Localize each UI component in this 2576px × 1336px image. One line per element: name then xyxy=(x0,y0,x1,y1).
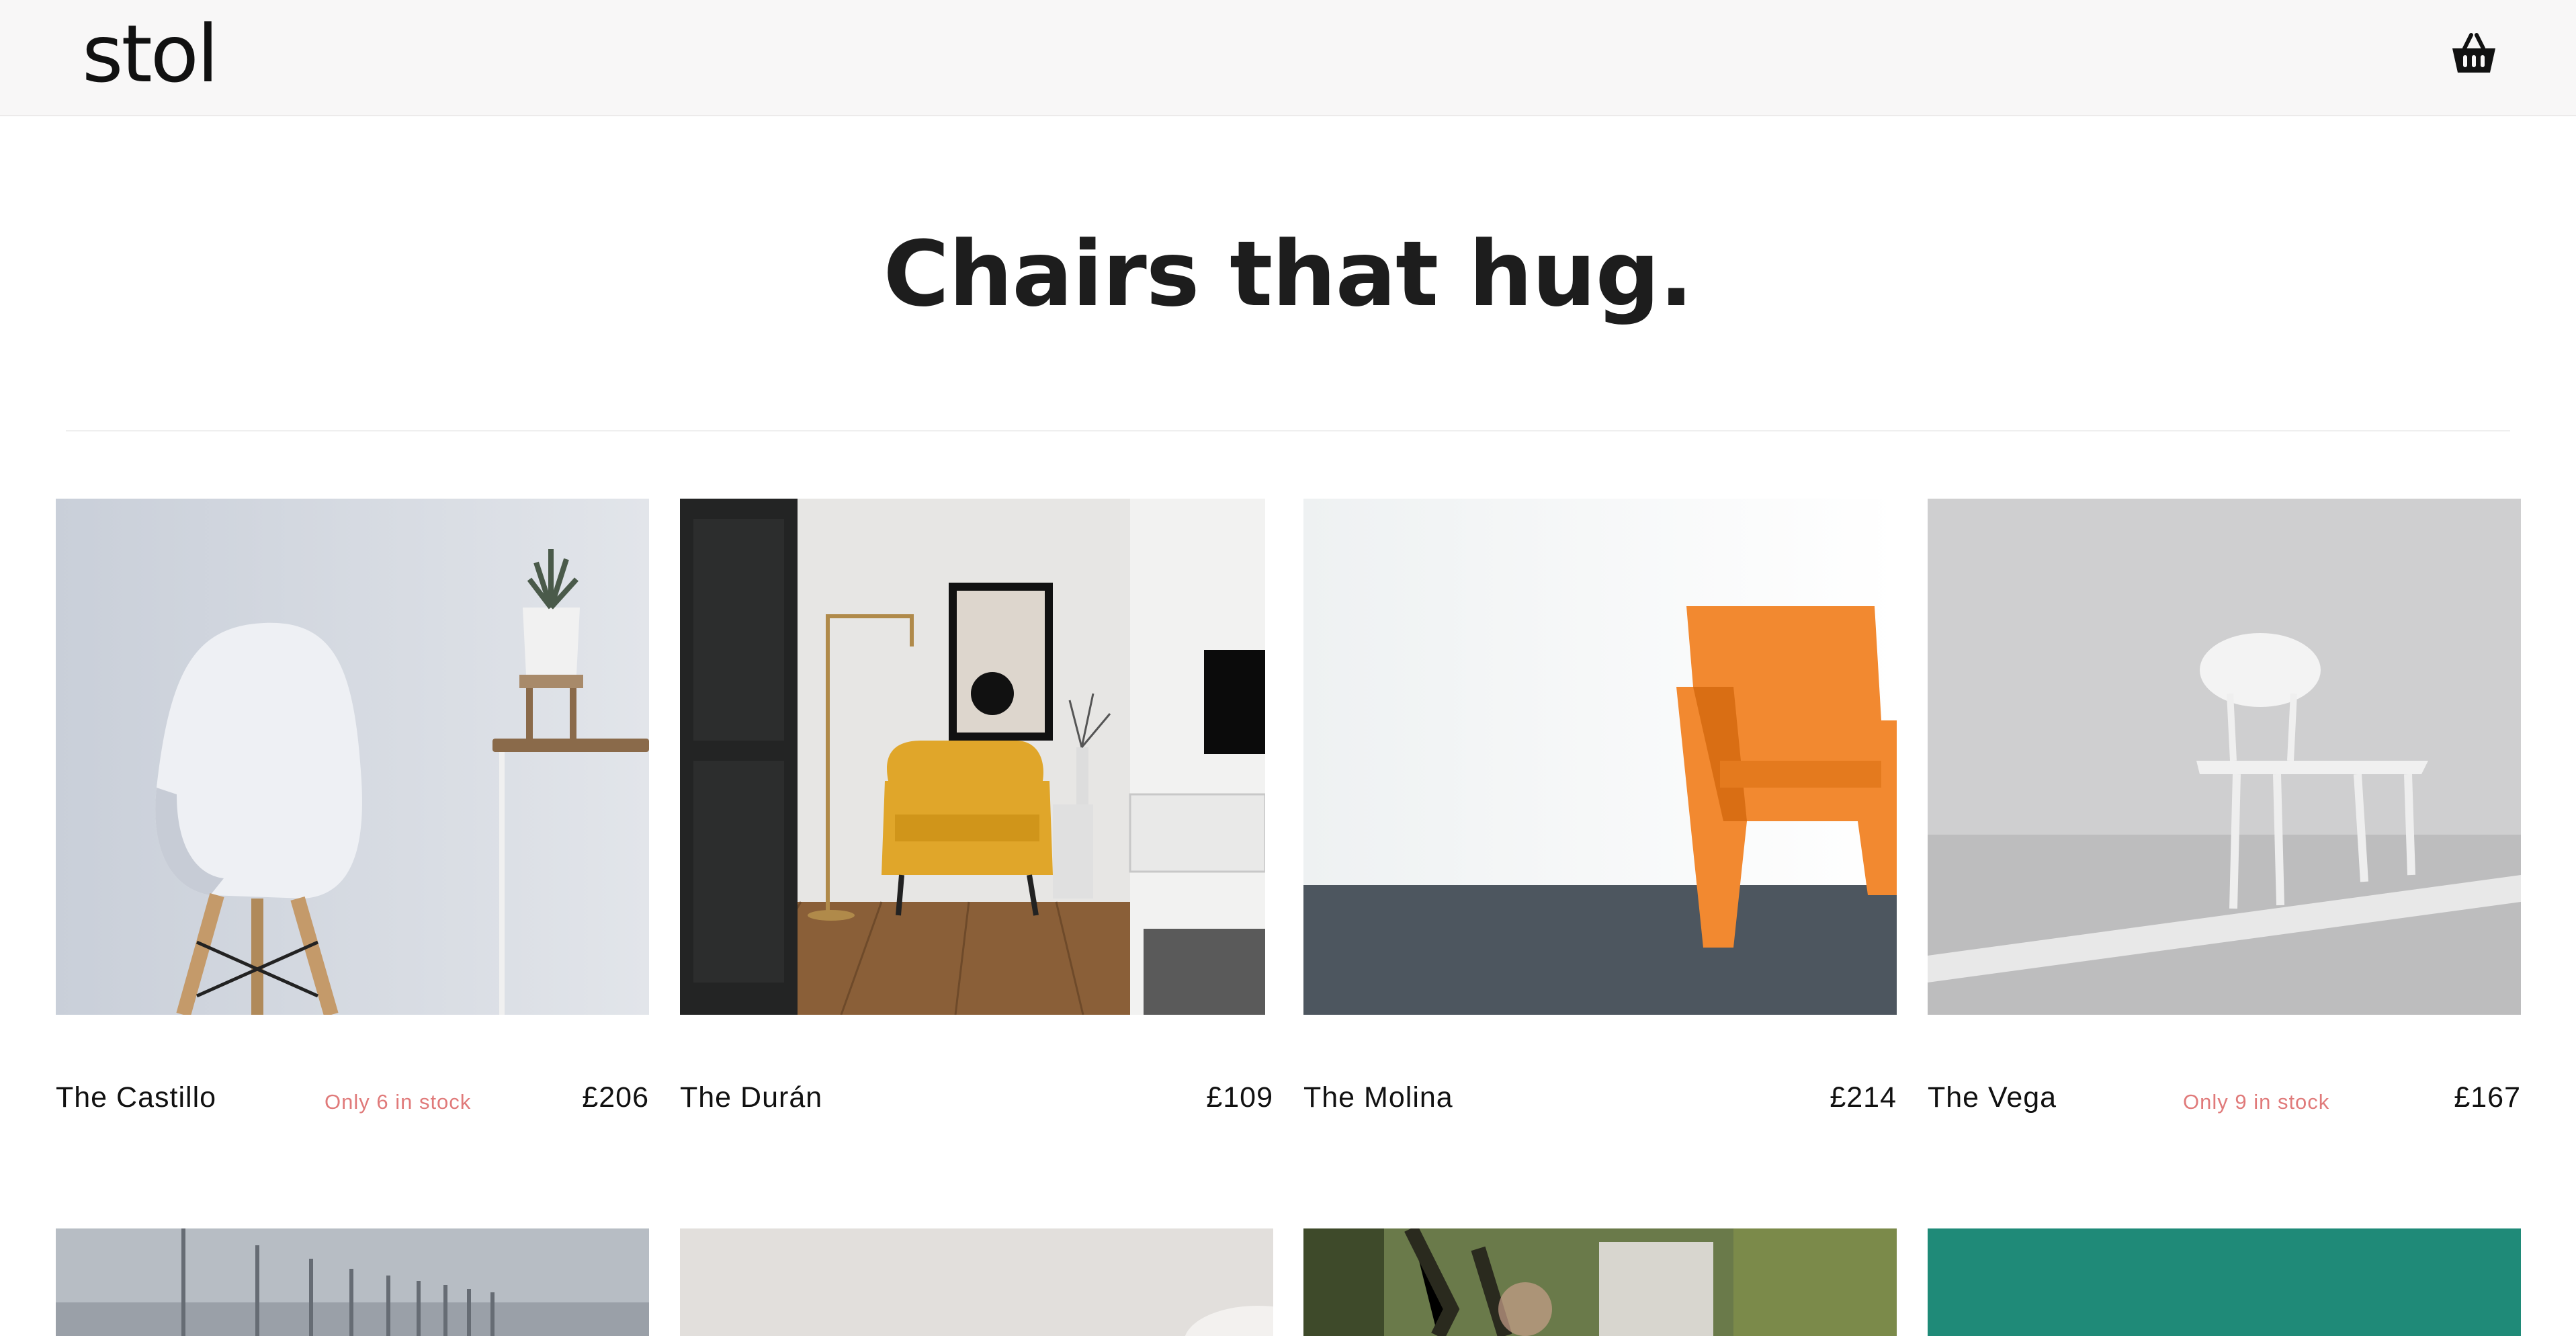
product-card[interactable]: The Vega Only 9 in stock £167 xyxy=(1928,499,2521,1130)
product-image[interactable] xyxy=(56,1228,649,1336)
product-image[interactable] xyxy=(1303,499,1897,1015)
divider xyxy=(66,430,2510,431)
product-price: £206 xyxy=(582,1081,649,1114)
product-image[interactable] xyxy=(1928,499,2521,1015)
product-image[interactable] xyxy=(680,499,1265,1015)
product-image[interactable] xyxy=(56,499,649,1015)
product-image[interactable] xyxy=(1303,1228,1897,1336)
product-card[interactable]: The Molina £214 xyxy=(1303,499,1897,1130)
product-card[interactable] xyxy=(680,1228,1273,1336)
product-price: £109 xyxy=(1206,1081,1273,1114)
product-card[interactable] xyxy=(56,1228,649,1336)
stock-badge: Only 6 in stock xyxy=(325,1090,472,1114)
site-logo[interactable]: stol xyxy=(82,7,219,101)
product-image[interactable] xyxy=(680,1228,1273,1336)
page-title: Chairs that hug. xyxy=(883,222,1694,327)
product-card[interactable] xyxy=(1303,1228,1897,1336)
product-price: £214 xyxy=(1830,1081,1897,1114)
product-card[interactable]: The Castillo Only 6 in stock £206 xyxy=(56,499,649,1130)
stock-badge: Only 9 in stock xyxy=(2183,1090,2330,1114)
product-name[interactable]: The Durán xyxy=(680,1081,822,1114)
basket-icon[interactable] xyxy=(2450,30,2498,78)
product-name[interactable]: The Vega xyxy=(1928,1081,2057,1114)
product-image[interactable] xyxy=(1928,1228,2521,1336)
product-card[interactable] xyxy=(1928,1228,2521,1336)
product-card[interactable]: The Durán £109 xyxy=(680,499,1273,1130)
product-name[interactable]: The Molina xyxy=(1303,1081,1453,1114)
product-name[interactable]: The Castillo xyxy=(56,1081,216,1114)
site-header: stol xyxy=(0,0,2576,116)
product-price: £167 xyxy=(2454,1081,2521,1114)
